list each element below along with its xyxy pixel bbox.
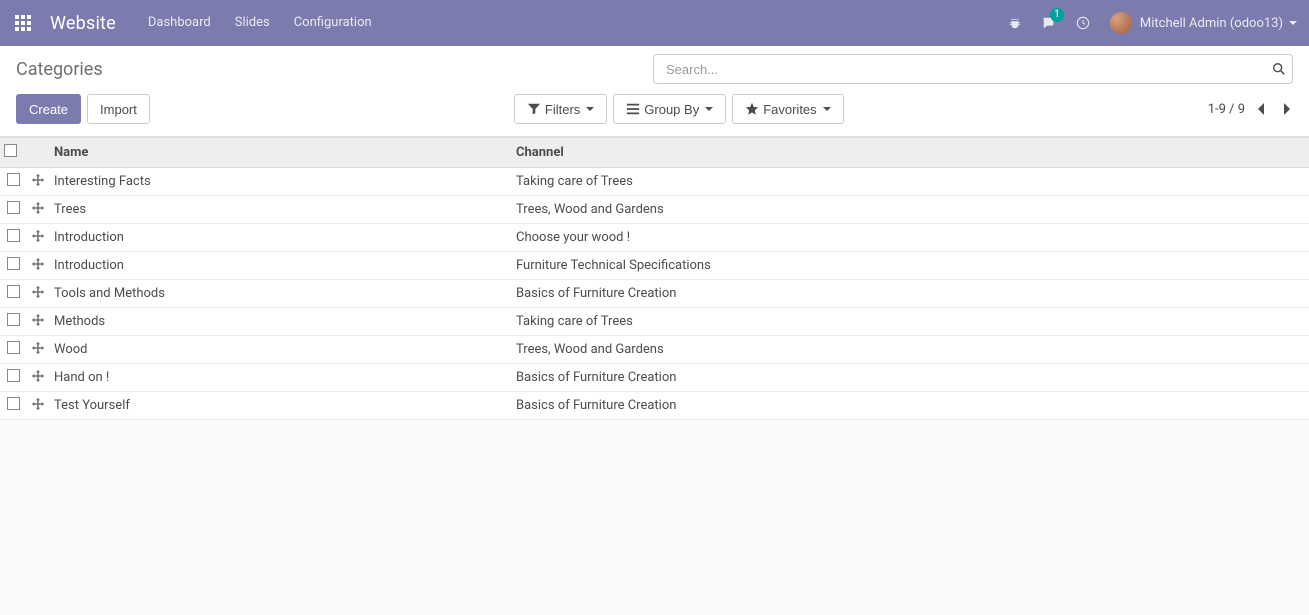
cell-name: Interesting Facts (54, 174, 151, 189)
cell-channel: Taking care of Trees (516, 174, 633, 189)
cell-channel: Trees, Wood and Gardens (516, 202, 664, 217)
row-checkbox[interactable] (7, 313, 20, 326)
drag-handle[interactable] (32, 314, 44, 326)
cell-name: Introduction (54, 230, 124, 245)
cell-channel: Basics of Furniture Creation (516, 370, 676, 385)
column-header-channel[interactable]: Channel (512, 138, 1309, 168)
clock-icon (1076, 16, 1090, 30)
menu-dashboard[interactable]: Dashboard (136, 0, 223, 46)
chevron-down-icon (586, 107, 594, 111)
row-checkbox[interactable] (7, 285, 20, 298)
search-icon[interactable] (1272, 62, 1286, 76)
row-checkbox[interactable] (7, 257, 20, 270)
menu-slides[interactable]: Slides (223, 0, 282, 46)
chevron-left-icon (1256, 102, 1266, 116)
debug-button[interactable] (998, 0, 1032, 46)
table-row[interactable]: Introduction Furniture Technical Specific… (0, 252, 1309, 280)
breadcrumb: Categories (16, 59, 103, 80)
messaging-badge: 1 (1050, 8, 1064, 22)
filter-icon (527, 102, 541, 116)
pager-next[interactable] (1281, 102, 1293, 116)
drag-handle[interactable] (32, 370, 44, 382)
filters-dropdown[interactable]: Filters (514, 94, 607, 124)
drag-handle[interactable] (32, 230, 44, 242)
apps-menu-button[interactable] (0, 0, 46, 46)
drag-handle[interactable] (32, 342, 44, 354)
group-by-dropdown[interactable]: Group By (613, 94, 726, 124)
pager: 1-9 / 9 (1208, 102, 1293, 117)
favorites-label: Favorites (763, 102, 816, 117)
pager-counter[interactable]: 1-9 / 9 (1208, 102, 1245, 117)
create-button[interactable]: Create (16, 94, 81, 124)
cell-name: Wood (54, 342, 88, 357)
apps-icon (15, 15, 31, 31)
chevron-down-icon (1289, 21, 1297, 25)
table-row[interactable]: Trees Trees, Wood and Gardens (0, 196, 1309, 224)
bug-icon (1008, 16, 1022, 30)
table-row[interactable]: Tools and Methods Basics of Furniture Cre… (0, 280, 1309, 308)
search-input[interactable] (664, 61, 1272, 78)
control-panel: Categories Create Import Filters (0, 46, 1309, 137)
drag-handle[interactable] (32, 258, 44, 270)
row-checkbox[interactable] (7, 369, 20, 382)
app-menu: Dashboard Slides Configuration (136, 0, 384, 46)
filters-label: Filters (545, 102, 580, 117)
star-icon (745, 102, 759, 116)
cell-name: Tools and Methods (54, 286, 165, 301)
favorites-dropdown[interactable]: Favorites (732, 94, 843, 124)
messaging-button[interactable]: 1 (1032, 0, 1066, 46)
systray: 1 Mitchell Admin (odoo13) (998, 0, 1301, 46)
categories-table: Name Channel Interesting Facts Taking car… (0, 137, 1309, 420)
import-button[interactable]: Import (87, 94, 150, 124)
group-by-label: Group By (644, 102, 699, 117)
main-navbar: Website Dashboard Slides Configuration 1… (0, 0, 1309, 46)
user-menu[interactable]: Mitchell Admin (odoo13) (1100, 12, 1301, 34)
cell-name: Hand on ! (54, 370, 109, 385)
chevron-down-icon (705, 107, 713, 111)
table-row[interactable]: Introduction Choose your wood ! (0, 224, 1309, 252)
cell-channel: Taking care of Trees (516, 314, 633, 329)
cell-name: Methods (54, 314, 105, 329)
cell-channel: Choose your wood ! (516, 230, 630, 245)
chevron-down-icon (823, 107, 831, 111)
table-row[interactable]: Hand on ! Basics of Furniture Creation (0, 364, 1309, 392)
row-checkbox[interactable] (7, 229, 20, 242)
cell-name: Introduction (54, 258, 124, 273)
cell-channel: Basics of Furniture Creation (516, 286, 676, 301)
table-row[interactable]: Methods Taking care of Trees (0, 308, 1309, 336)
table-row[interactable]: Wood Trees, Wood and Gardens (0, 336, 1309, 364)
column-header-name[interactable]: Name (50, 138, 512, 168)
cell-channel: Basics of Furniture Creation (516, 398, 676, 413)
cell-name: Trees (54, 202, 86, 217)
list-icon (626, 102, 640, 116)
row-checkbox[interactable] (7, 201, 20, 214)
menu-configuration[interactable]: Configuration (282, 0, 384, 46)
app-name[interactable]: Website (46, 13, 136, 34)
search-box[interactable] (653, 54, 1293, 84)
activities-button[interactable] (1066, 0, 1100, 46)
select-all-checkbox[interactable] (4, 144, 17, 157)
cell-channel: Furniture Technical Specifications (516, 258, 711, 273)
chevron-right-icon (1282, 102, 1292, 116)
cell-name: Test Yourself (54, 398, 130, 413)
row-checkbox[interactable] (7, 173, 20, 186)
drag-handle[interactable] (32, 398, 44, 410)
drag-handle[interactable] (32, 202, 44, 214)
avatar (1110, 12, 1132, 34)
table-row[interactable]: Test Yourself Basics of Furniture Creatio… (0, 392, 1309, 420)
pager-prev[interactable] (1255, 102, 1267, 116)
table-row[interactable]: Interesting Facts Taking care of Trees (0, 168, 1309, 196)
row-checkbox[interactable] (7, 341, 20, 354)
user-label: Mitchell Admin (odoo13) (1140, 16, 1283, 31)
cell-channel: Trees, Wood and Gardens (516, 342, 664, 357)
row-checkbox[interactable] (7, 397, 20, 410)
drag-handle[interactable] (32, 174, 44, 186)
drag-handle[interactable] (32, 286, 44, 298)
